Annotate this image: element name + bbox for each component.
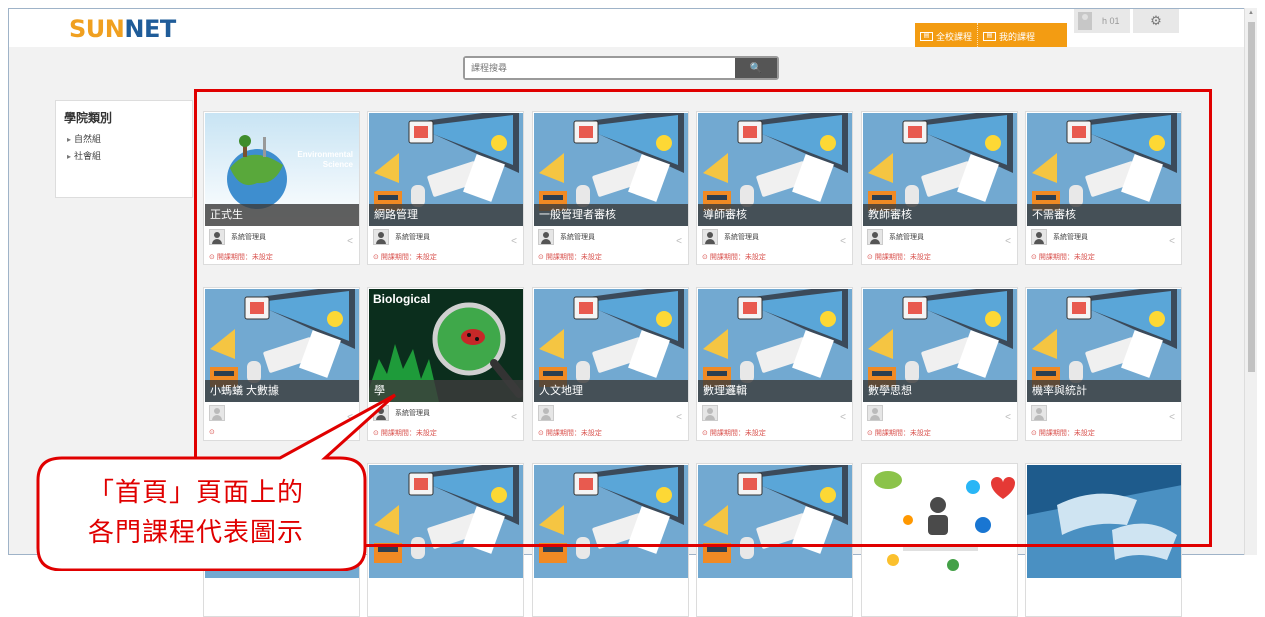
scroll-up-icon[interactable]: ▲ — [1248, 10, 1254, 16]
callout-line-2: 各門課程代表圖示 — [87, 518, 304, 548]
page-scrollbar[interactable]: ▲ — [1244, 8, 1257, 555]
callout-line-1: 「首頁」頁面上的 — [87, 478, 304, 508]
scroll-thumb[interactable] — [1248, 22, 1255, 372]
